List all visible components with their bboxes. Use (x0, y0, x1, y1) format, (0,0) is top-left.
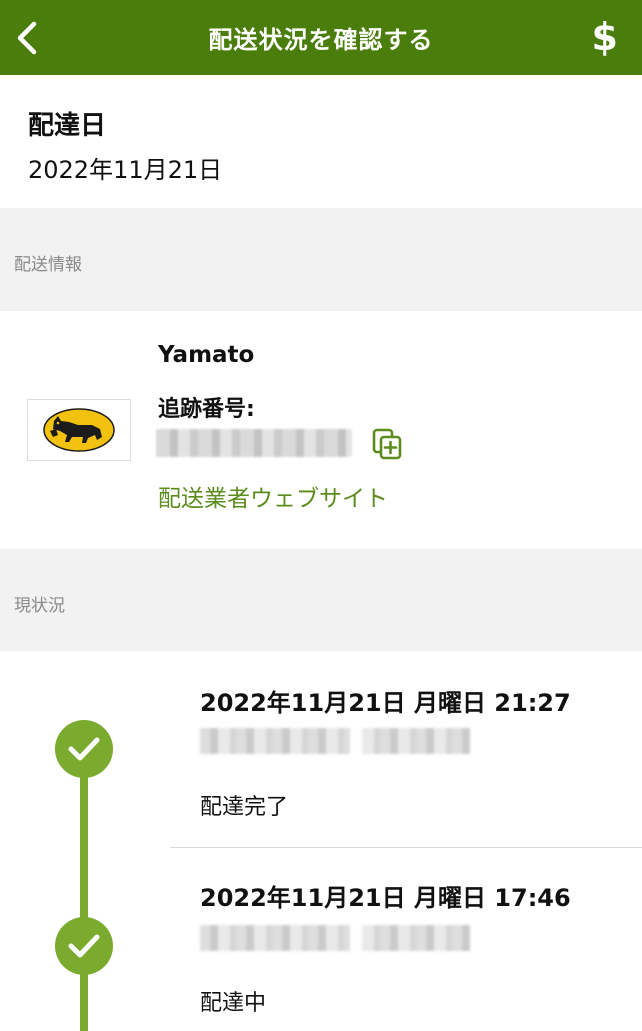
status-timeline: 2022年11月21日 月曜日 21:27 配達完了 2022年11月21日 月… (0, 651, 642, 1031)
event-time: 2022年11月21日 月曜日 21:27 (200, 689, 571, 717)
timeline-event: 2022年11月21日 月曜日 21:27 配達完了 (170, 651, 642, 848)
event-status: 配達中 (200, 991, 267, 1016)
copy-add-icon[interactable] (370, 427, 404, 461)
tracking-number-label: 追跡番号: (158, 397, 255, 422)
event-location (200, 925, 470, 951)
delivery-date-card: 配達日 2022年11月21日 (0, 75, 642, 208)
event-time: 2022年11月21日 月曜日 17:46 (200, 884, 571, 912)
carrier-name: Yamato (158, 342, 255, 368)
status-section-header: 現状況 (0, 549, 642, 651)
dollar-icon[interactable]: $ (592, 12, 618, 62)
app-header: 配送状況を確認する $ (0, 0, 642, 75)
shipping-info-section-label: 配送情報 (14, 255, 82, 275)
timeline-event: 2022年11月21日 月曜日 17:46 配達中 (170, 848, 642, 1024)
carrier-card: Yamato 追跡番号: 配送業者ウェブサイト (0, 311, 642, 549)
check-circle-icon (55, 917, 113, 975)
chevron-left-icon (17, 21, 37, 55)
delivery-date-label: 配達日 (28, 111, 107, 141)
yamato-cat-logo (27, 399, 131, 461)
back-button[interactable] (10, 16, 44, 60)
event-status: 配達完了 (200, 795, 289, 820)
check-circle-icon (55, 720, 113, 778)
carrier-website-link[interactable]: 配送業者ウェブサイト (158, 479, 388, 513)
delivery-date-value: 2022年11月21日 (28, 156, 223, 184)
tracking-number-value (156, 429, 352, 457)
page-title: 配送状況を確認する (208, 26, 434, 54)
status-section-label: 現状況 (14, 596, 65, 616)
event-location (200, 728, 470, 754)
yamato-logo-icon (43, 408, 115, 452)
shipping-info-section-header: 配送情報 (0, 208, 642, 311)
